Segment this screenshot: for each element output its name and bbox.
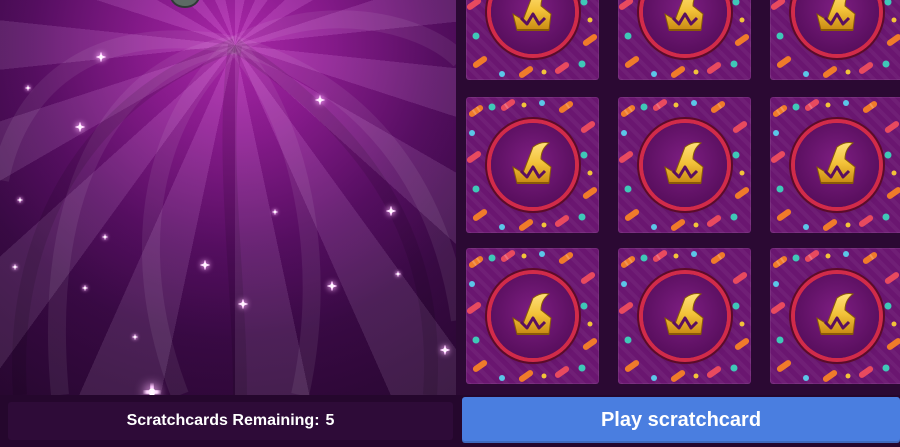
sparkle-icon	[11, 263, 19, 271]
witch-hat-crown-icon	[815, 142, 856, 184]
sparkle-icon	[236, 297, 250, 311]
sparkle-icon	[101, 233, 109, 241]
swirl-arcs	[0, 10, 460, 395]
witch-hat-crown-icon	[815, 0, 856, 31]
game-stage: Scratchcards Remaining: 5 Play scratchca…	[0, 0, 900, 447]
sparkle-icon	[394, 270, 402, 278]
scratchcard-tile[interactable]	[770, 97, 900, 233]
sparkle-icon	[81, 284, 89, 292]
scratchcard-tile[interactable]	[618, 248, 751, 384]
emblem	[794, 123, 879, 207]
scratchcard-tile[interactable]	[770, 0, 900, 80]
sparkle-icon	[16, 196, 24, 204]
scratchcard-tile[interactable]	[466, 0, 599, 80]
sparkle-icon	[325, 279, 339, 293]
sparkle-icon	[438, 343, 452, 357]
remaining-label: Scratchcards Remaining:	[126, 412, 320, 429]
swirl-background	[0, 0, 460, 395]
scratchcard-tile[interactable]	[618, 0, 751, 80]
scratchcard-tile[interactable]	[770, 248, 900, 384]
sparkle-icon	[24, 84, 32, 92]
witch-hat-crown-icon	[663, 293, 704, 335]
scratchcard-tile[interactable]	[618, 97, 751, 233]
sparkle-icon	[313, 93, 327, 107]
sparkle-icon	[198, 258, 212, 272]
remaining-count: 5	[325, 412, 335, 429]
sparkle-icon	[271, 208, 279, 216]
sparkle-icon	[139, 379, 164, 395]
emblem	[490, 123, 575, 207]
scratchcard-tile[interactable]	[466, 97, 599, 233]
sparkle-icon	[384, 204, 398, 218]
emblem	[642, 123, 727, 207]
emblem	[490, 274, 575, 358]
witch-hat-crown-icon	[815, 293, 856, 335]
emblem	[642, 274, 727, 358]
sparkle-icon	[94, 50, 108, 64]
witch-hat-crown-icon	[511, 0, 552, 31]
sparkle-icon	[131, 333, 139, 341]
sparkle-icon	[73, 120, 87, 134]
scratchcard-tile[interactable]	[466, 248, 599, 384]
remaining-panel: Scratchcards Remaining: 5	[8, 402, 453, 440]
emblem	[794, 274, 879, 358]
witch-hat-crown-icon	[511, 293, 552, 335]
witch-hat-crown-icon	[663, 0, 704, 31]
witch-hat-crown-icon	[511, 142, 552, 184]
witch-hat-crown-icon	[663, 142, 704, 184]
play-scratchcard-button[interactable]: Play scratchcard	[462, 397, 900, 443]
